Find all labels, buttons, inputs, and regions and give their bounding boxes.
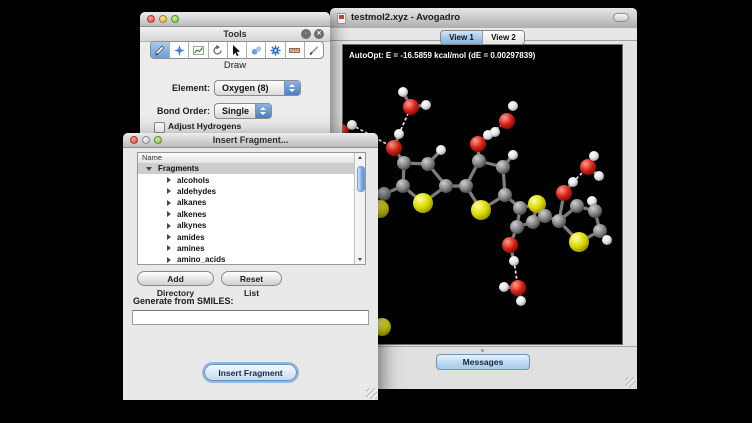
scroll-up-icon[interactable] bbox=[355, 153, 365, 162]
resize-grip[interactable] bbox=[625, 377, 636, 388]
document-icon bbox=[337, 13, 346, 24]
disclosure-closed-icon[interactable] bbox=[167, 200, 171, 206]
select-tool-button[interactable] bbox=[228, 42, 247, 58]
minimize-button[interactable] bbox=[159, 15, 167, 23]
bond-centric-tool-button[interactable] bbox=[189, 42, 208, 58]
adjust-hydrogens-checkbox[interactable] bbox=[154, 122, 165, 133]
3d-viewport[interactable]: AutoOpt: E = -16.5859 kcal/mol (dE = 0.0… bbox=[342, 44, 623, 345]
autoopt-status-text: AutoOpt: E = -16.5859 kcal/mol (dE = 0.0… bbox=[349, 51, 535, 60]
tree-item[interactable]: alkenes bbox=[138, 209, 355, 220]
reset-list-button[interactable]: Reset List bbox=[221, 271, 282, 286]
float-dock-button[interactable]: ◦ bbox=[301, 29, 311, 39]
manipulate-tool-button[interactable] bbox=[247, 42, 266, 58]
fragment-rows: Fragments alcohols aldehydes alkanes alk… bbox=[138, 163, 355, 264]
fragment-tree-list: Name Fragments alcohols aldehydes alkane… bbox=[137, 152, 366, 265]
disclosure-closed-icon[interactable] bbox=[167, 177, 171, 183]
star-icon bbox=[174, 45, 185, 56]
tools-palette-window: Tools ◦ ✕ bbox=[140, 12, 330, 136]
tree-item[interactable]: amides bbox=[138, 231, 355, 242]
zoom-button[interactable] bbox=[171, 15, 179, 23]
rotate-tool-button[interactable] bbox=[209, 42, 228, 58]
stylus-icon bbox=[308, 45, 319, 56]
tree-item[interactable]: alkynes bbox=[138, 220, 355, 231]
tab-view-1[interactable]: View 1 bbox=[441, 31, 482, 44]
tab-view-2[interactable]: View 2 bbox=[482, 31, 524, 44]
messages-button[interactable]: Messages bbox=[436, 354, 530, 370]
active-tool-label: Draw bbox=[140, 60, 330, 71]
disclosure-closed-icon[interactable] bbox=[167, 223, 171, 229]
tree-item[interactable]: alkanes bbox=[138, 197, 355, 208]
smiles-input[interactable] bbox=[132, 310, 369, 325]
draw-tool-button[interactable] bbox=[151, 42, 170, 58]
tools-title-bar[interactable] bbox=[140, 12, 330, 27]
element-value: Oxygen (8) bbox=[222, 81, 269, 95]
bond-order-value: Single bbox=[222, 104, 249, 118]
tree-item[interactable]: aldehydes bbox=[138, 186, 355, 197]
list-scrollbar[interactable] bbox=[354, 153, 365, 264]
view-tab-bar: View 1 View 2 bbox=[330, 28, 637, 45]
gear-icon bbox=[270, 45, 281, 56]
disclosure-closed-icon[interactable] bbox=[167, 245, 171, 251]
popup-arrows-icon bbox=[255, 104, 271, 118]
close-button[interactable] bbox=[147, 15, 155, 23]
fragment-title-bar[interactable]: Insert Fragment... bbox=[123, 133, 378, 148]
smiles-label: Generate from SMILES: bbox=[133, 296, 234, 306]
tools-dock-bar[interactable]: Tools ◦ ✕ bbox=[140, 27, 330, 42]
disclosure-closed-icon[interactable] bbox=[167, 257, 171, 263]
chart-icon bbox=[193, 45, 204, 56]
molecules-icon bbox=[251, 45, 262, 56]
toolbar-toggle-button[interactable] bbox=[613, 13, 629, 22]
element-dropdown[interactable]: Oxygen (8) bbox=[214, 80, 301, 96]
drawer-handle-icon bbox=[481, 349, 484, 352]
align-tool-button[interactable] bbox=[305, 42, 323, 58]
bond-order-dropdown[interactable]: Single bbox=[214, 103, 272, 119]
navigate-tool-button[interactable] bbox=[170, 42, 189, 58]
auto-optimize-tool-button[interactable] bbox=[266, 42, 285, 58]
pencil-icon bbox=[155, 45, 166, 56]
element-label: Element: bbox=[140, 83, 210, 93]
scroll-down-icon[interactable] bbox=[355, 255, 365, 264]
molecule-render bbox=[343, 45, 622, 344]
disclosure-open-icon[interactable] bbox=[146, 167, 152, 171]
adjust-hydrogens-label: Adjust Hydrogens bbox=[168, 121, 241, 131]
view-tabset: View 1 View 2 bbox=[440, 30, 525, 45]
disclosure-closed-icon[interactable] bbox=[167, 188, 171, 194]
tree-item-fragments[interactable]: Fragments bbox=[138, 163, 355, 174]
disclosure-closed-icon[interactable] bbox=[167, 234, 171, 240]
bond-order-label: Bond Order: bbox=[140, 106, 210, 116]
scrollbar-thumb[interactable] bbox=[357, 166, 365, 192]
resize-grip[interactable] bbox=[366, 388, 377, 399]
main-title-bar[interactable]: testmol2.xyz - Avogadro bbox=[330, 8, 637, 29]
popup-arrows-icon bbox=[284, 81, 300, 95]
tree-item[interactable]: amines bbox=[138, 243, 355, 254]
disclosure-closed-icon[interactable] bbox=[167, 211, 171, 217]
rotate-icon bbox=[212, 45, 223, 56]
close-dock-button[interactable]: ✕ bbox=[314, 29, 324, 39]
tree-item[interactable]: alcohols bbox=[138, 174, 355, 185]
tool-selector-toolbar bbox=[150, 41, 324, 59]
window-title: testmol2.xyz - Avogadro bbox=[351, 8, 460, 28]
measure-tool-button[interactable] bbox=[286, 42, 305, 58]
tree-item[interactable]: amino_acids bbox=[138, 254, 355, 264]
add-directory-button[interactable]: Add Directory bbox=[137, 271, 214, 286]
insert-fragment-button[interactable]: Insert Fragment bbox=[204, 364, 297, 381]
ruler-icon bbox=[289, 45, 300, 56]
insert-fragment-dialog: Insert Fragment... Name Fragments alcoho… bbox=[123, 133, 378, 400]
fragment-dialog-title: Insert Fragment... bbox=[123, 133, 378, 147]
cursor-icon bbox=[231, 45, 242, 56]
